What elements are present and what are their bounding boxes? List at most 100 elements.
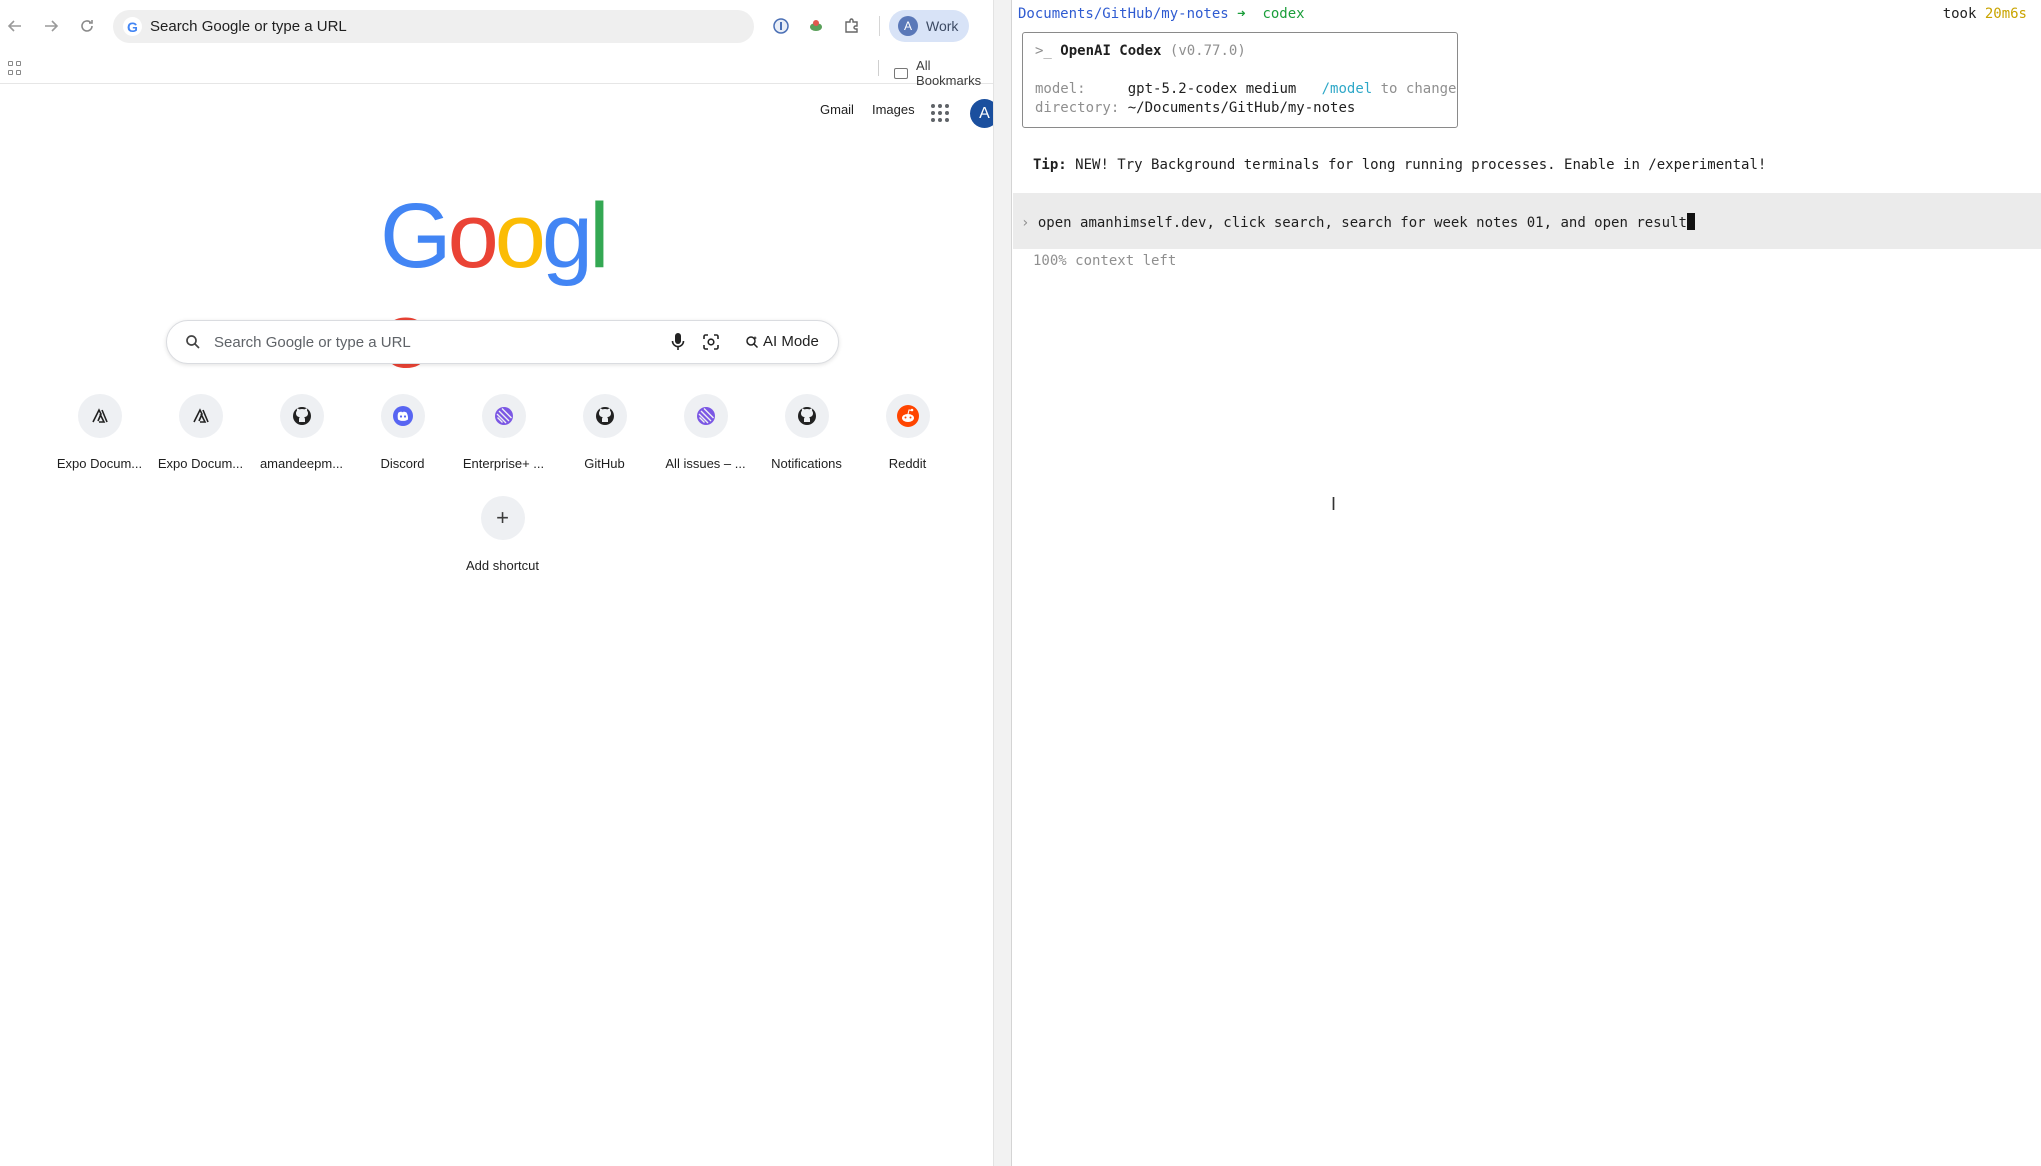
password-manager-extension[interactable] bbox=[769, 14, 793, 38]
shortcut-label: Enterprise+ ... bbox=[462, 456, 545, 471]
shortcut-label: Notifications bbox=[771, 456, 842, 471]
ai-mode-icon bbox=[746, 335, 759, 348]
shortcut-label: All issues – ... bbox=[665, 456, 746, 471]
images-link[interactable]: Images bbox=[872, 102, 915, 117]
google-logo-letter: l bbox=[589, 185, 610, 287]
google-logo-letter: o bbox=[494, 185, 546, 287]
puzzle-icon bbox=[845, 18, 858, 33]
prompt-input-text[interactable]: open amanhimself.dev, click search, sear… bbox=[1038, 215, 1687, 231]
github-icon bbox=[582, 394, 627, 438]
reddit-icon bbox=[885, 394, 930, 438]
1password-icon bbox=[773, 18, 789, 34]
shortcut-tile[interactable]: Reddit bbox=[857, 392, 958, 471]
terminal-window[interactable]: Documents/GitHub/my-notes ➜ codex took 2… bbox=[1013, 0, 2041, 1166]
linear-icon bbox=[683, 394, 728, 438]
banner-prefix: >_ bbox=[1035, 43, 1052, 59]
input-marker: › bbox=[1021, 215, 1030, 231]
shortcut-label: Expo Docum... bbox=[157, 456, 244, 471]
shortcut-tile[interactable]: All issues – ... bbox=[655, 392, 756, 471]
lens-search-button[interactable] bbox=[702, 333, 720, 356]
shortcut-tile[interactable]: Expo Docum... bbox=[150, 392, 251, 471]
shortcut-tile[interactable]: Discord bbox=[352, 392, 453, 471]
shortcut-label: GitHub bbox=[584, 456, 625, 471]
browser-window: G Search Google or type a URL A Work ⋮ A… bbox=[0, 0, 1003, 1166]
directory-key: directory: bbox=[1035, 100, 1120, 116]
command-duration: took 20m6s bbox=[1943, 6, 2027, 22]
folder-icon bbox=[894, 67, 909, 79]
google-logo-letter: G bbox=[380, 185, 452, 287]
ntp-header-links: Gmail Images bbox=[820, 102, 915, 117]
ai-mode-button[interactable]: AI Mode bbox=[745, 333, 819, 350]
tip-label: Tip: bbox=[1033, 157, 1067, 173]
shortcut-label: Reddit bbox=[888, 456, 927, 471]
ntp-search-box[interactable]: Search Google or type a URL AI Mode bbox=[166, 320, 839, 364]
shortcut-label: Discord bbox=[380, 456, 425, 471]
ntp-search-placeholder: Search Google or type a URL bbox=[214, 334, 411, 351]
browser-toolbar: G Search Google or type a URL A Work ⋮ bbox=[0, 0, 1003, 52]
address-bar-placeholder: Search Google or type a URL bbox=[150, 18, 347, 35]
directory-value: ~/Documents/GitHub/my-notes bbox=[1127, 100, 1356, 116]
shortcut-tile[interactable]: Notifications bbox=[756, 392, 857, 471]
took-value: 20m6s bbox=[1984, 6, 2027, 22]
all-bookmarks-button[interactable]: All Bookmarks bbox=[894, 58, 993, 88]
reload-icon bbox=[81, 20, 93, 32]
prompt-input-area[interactable]: › open amanhimself.dev, click search, se… bbox=[1013, 193, 2041, 249]
ai-mode-label: AI Mode bbox=[763, 333, 819, 350]
context-left-status: 100% context left bbox=[1033, 253, 1177, 269]
tip-text: NEW! Try Background terminals for long r… bbox=[1075, 157, 1767, 173]
all-bookmarks-label: All Bookmarks bbox=[916, 58, 982, 88]
lens-icon bbox=[703, 334, 719, 350]
profile-label: Work bbox=[926, 18, 959, 34]
github-icon bbox=[279, 394, 324, 438]
search-icon bbox=[185, 334, 201, 355]
apps-shortcut-icon[interactable] bbox=[8, 61, 22, 75]
toolbar-divider bbox=[879, 16, 880, 36]
text-cursor bbox=[1686, 213, 1695, 230]
bookmarks-divider bbox=[878, 60, 879, 76]
banner-version: (v0.77.0) bbox=[1169, 43, 1246, 59]
address-bar[interactable]: G Search Google or type a URL bbox=[113, 10, 754, 43]
prompt-arrow: ➜ bbox=[1237, 6, 1246, 22]
google-apps-icon[interactable] bbox=[931, 104, 949, 122]
expo-icon bbox=[77, 394, 122, 438]
extensions-menu-button[interactable] bbox=[840, 14, 864, 38]
ibeam-cursor-icon: I bbox=[1331, 494, 1337, 514]
shortcuts-grid: Expo Docum... Expo Docum... amandeepm... Di… bbox=[49, 392, 1049, 472]
model-key: model: bbox=[1035, 81, 1086, 97]
shortcut-tile[interactable]: Expo Docum... bbox=[49, 392, 150, 471]
google-logo-letter: g bbox=[541, 185, 593, 287]
discord-icon bbox=[380, 394, 425, 438]
profile-button[interactable]: A Work bbox=[889, 10, 969, 42]
banner-title: OpenAI Codex bbox=[1060, 43, 1162, 59]
github-icon bbox=[784, 394, 829, 438]
prompt-path: Documents/GitHub/my-notes bbox=[1018, 6, 1229, 22]
expo-icon bbox=[178, 394, 223, 438]
prompt-command: codex bbox=[1262, 6, 1305, 22]
add-shortcut-label: Add shortcut bbox=[466, 558, 539, 573]
shortcut-tile[interactable]: GitHub bbox=[554, 392, 655, 471]
shortcut-tile[interactable]: Enterprise+ ... bbox=[453, 392, 554, 471]
linear-icon bbox=[481, 394, 526, 438]
turtle-extension-icon bbox=[810, 20, 822, 31]
google-logo: Google bbox=[380, 185, 625, 386]
pane-splitter[interactable] bbox=[993, 0, 1012, 1166]
shortcut-tile[interactable]: amandeepm... bbox=[251, 392, 352, 471]
arrow-left-icon bbox=[7, 20, 21, 32]
shortcut-label: amandeepm... bbox=[259, 456, 344, 471]
model-value: gpt-5.2-codex medium bbox=[1127, 81, 1297, 97]
reload-button[interactable] bbox=[73, 12, 101, 40]
extension-button[interactable] bbox=[804, 14, 828, 38]
profile-avatar: A bbox=[898, 16, 918, 36]
add-shortcut-button[interactable]: + Add shortcut bbox=[452, 494, 553, 573]
voice-search-button[interactable] bbox=[670, 332, 686, 357]
codex-banner: >_ OpenAI Codex (v0.77.0) model: gpt-5.2… bbox=[1022, 32, 1458, 128]
model-hint: to change bbox=[1380, 81, 1457, 97]
arrow-right-icon bbox=[45, 20, 59, 32]
bookmarks-bar: All Bookmarks bbox=[0, 52, 993, 88]
shell-prompt: Documents/GitHub/my-notes ➜ codex bbox=[1018, 6, 1305, 22]
forward-button[interactable] bbox=[37, 12, 65, 40]
back-button[interactable] bbox=[1, 12, 29, 40]
shortcut-label: Expo Docum... bbox=[56, 456, 143, 471]
gmail-link[interactable]: Gmail bbox=[820, 102, 854, 117]
google-logo-letter: o bbox=[447, 185, 499, 287]
